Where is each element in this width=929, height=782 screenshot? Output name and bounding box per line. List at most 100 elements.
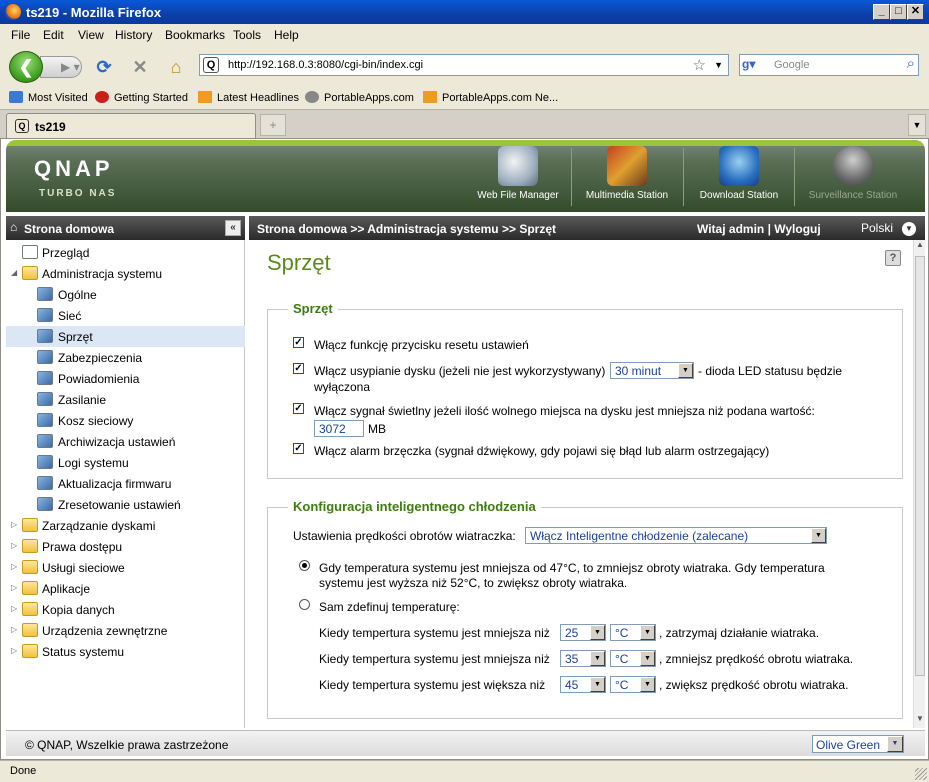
sidebar-item[interactable]: Ogólne bbox=[6, 284, 245, 305]
expand-arrow-icon[interactable]: ▷ bbox=[11, 646, 19, 655]
bookmark-portableapps[interactable]: PortableApps.com bbox=[305, 91, 414, 104]
back-button[interactable]: ❮ bbox=[9, 51, 43, 83]
web-file-manager-button[interactable]: Web File Manager bbox=[468, 146, 568, 208]
sidebar-item[interactable]: Powiadomienia bbox=[6, 368, 245, 389]
tab-list-dropdown-icon[interactable]: ▼ bbox=[908, 114, 926, 136]
sidebar-item[interactable]: Aktualizacja firmwaru bbox=[6, 473, 245, 494]
minimize-button[interactable]: _ bbox=[873, 4, 890, 20]
temperature-unit-select[interactable]: °C ▼ bbox=[610, 624, 656, 641]
bookmark-getting-started[interactable]: Getting Started bbox=[95, 91, 188, 104]
home-icon[interactable]: ⌂ bbox=[164, 56, 188, 78]
buzzer-alarm-checkbox[interactable]: ✓ bbox=[293, 443, 304, 454]
temperature-value-select[interactable]: 35 ▼ bbox=[560, 650, 606, 667]
scroll-thumb[interactable] bbox=[915, 256, 925, 676]
breadcrumb-bar: Strona domowa >> Administracja systemu >… bbox=[249, 216, 925, 240]
low-space-led-checkbox[interactable]: ✓ bbox=[293, 403, 304, 414]
turbo-nas-label: TURBO NAS bbox=[39, 188, 117, 199]
menu-file[interactable]: File bbox=[11, 28, 30, 42]
language-label[interactable]: Polski bbox=[861, 221, 893, 235]
temperature-unit-select[interactable]: °C ▼ bbox=[610, 676, 656, 693]
sidebar-item[interactable]: Zresetowanie ustawień bbox=[6, 494, 245, 515]
sidebar-item-label: Administracja systemu bbox=[42, 267, 163, 281]
menu-history[interactable]: History bbox=[115, 28, 152, 42]
sidebar-item[interactable]: Sieć bbox=[6, 305, 245, 326]
maximize-button[interactable]: □ bbox=[890, 4, 907, 20]
sidebar-item[interactable]: ▷ Zarządzanie dyskami bbox=[6, 515, 245, 536]
dropdown-arrow-icon: ▼ bbox=[590, 677, 605, 692]
collapse-arrow-icon[interactable]: ◢ bbox=[11, 268, 19, 277]
menu-tools[interactable]: Tools bbox=[233, 28, 261, 42]
sidebar-item-label: Aktualizacja firmwaru bbox=[58, 477, 172, 491]
input-value[interactable]: 3072 bbox=[319, 422, 346, 436]
multimedia-station-button[interactable]: Multimedia Station bbox=[576, 146, 678, 208]
sidebar-item[interactable]: ▷ Aplikacje bbox=[6, 578, 245, 599]
bookmark-most-visited[interactable]: Most Visited bbox=[9, 91, 88, 104]
menu-bookmarks[interactable]: Bookmarks bbox=[165, 28, 225, 42]
help-icon[interactable]: ? bbox=[885, 250, 901, 266]
bookmark-star-icon[interactable]: ☆ bbox=[693, 56, 706, 74]
fan-speed-select[interactable]: Włącz Inteligentne chłodzenie (zalecane)… bbox=[525, 527, 827, 544]
sidebar-item[interactable]: ▷ Usługi sieciowe bbox=[6, 557, 245, 578]
expand-arrow-icon[interactable]: ▷ bbox=[11, 583, 19, 592]
forward-button[interactable]: ▶ ▾ bbox=[40, 56, 82, 78]
disk-standby-select[interactable]: 30 minut ▼ bbox=[610, 362, 694, 379]
theme-select[interactable]: Olive Green ▼ bbox=[812, 735, 904, 753]
temperature-unit-select[interactable]: °C ▼ bbox=[610, 650, 656, 667]
menu-view[interactable]: View bbox=[78, 28, 104, 42]
web-file-manager-icon bbox=[498, 146, 538, 186]
expand-arrow-icon[interactable]: ▷ bbox=[11, 625, 19, 634]
menu-help[interactable]: Help bbox=[274, 28, 299, 42]
download-station-button[interactable]: Download Station bbox=[689, 146, 789, 208]
sidebar-item[interactable]: ▷ Kopia danych bbox=[6, 599, 245, 620]
smart-cooling-radio[interactable] bbox=[299, 560, 310, 571]
temperature-value-select[interactable]: 25 ▼ bbox=[560, 624, 606, 641]
temperature-value-select[interactable]: 45 ▼ bbox=[560, 676, 606, 693]
reload-icon[interactable]: ⟳ bbox=[92, 56, 116, 78]
expand-arrow-icon[interactable]: ▷ bbox=[11, 604, 19, 613]
vertical-scrollbar[interactable]: ▲ ▼ bbox=[913, 240, 925, 728]
breadcrumb[interactable]: Strona domowa >> Administracja systemu >… bbox=[257, 222, 556, 236]
sidebar-item[interactable]: Sprzęt bbox=[6, 326, 245, 347]
bookmark-latest-headlines[interactable]: Latest Headlines bbox=[198, 91, 299, 104]
sidebar-item[interactable]: ▷ Status systemu bbox=[6, 641, 245, 662]
sidebar-item[interactable]: Zabezpieczenia bbox=[6, 347, 245, 368]
stop-icon[interactable]: ✕ bbox=[128, 56, 152, 78]
expand-arrow-icon[interactable]: ▷ bbox=[11, 520, 19, 529]
sidebar-item[interactable]: Zasilanie bbox=[6, 389, 245, 410]
bookmark-portableapps-news[interactable]: PortableApps.com Ne... bbox=[423, 91, 558, 104]
expand-arrow-icon[interactable]: ▷ bbox=[11, 541, 19, 550]
sidebar-item[interactable]: ▷ Urządzenia zewnętrzne bbox=[6, 620, 245, 641]
tab-ts219[interactable]: Q ts219 bbox=[6, 113, 256, 138]
scroll-up-icon[interactable]: ▲ bbox=[914, 240, 926, 254]
url-dropdown-icon[interactable]: ▼ bbox=[714, 60, 723, 70]
select-value: Włącz Inteligentne chłodzenie (zalecane) bbox=[530, 529, 749, 543]
sidebar-item[interactable]: Logi systemu bbox=[6, 452, 245, 473]
custom-temperature-radio[interactable] bbox=[299, 599, 310, 610]
reset-button-checkbox[interactable]: ✓ bbox=[293, 337, 304, 348]
expand-arrow-icon[interactable]: ▷ bbox=[11, 562, 19, 571]
new-tab-button[interactable]: + bbox=[260, 114, 286, 136]
welcome-logout[interactable]: Witaj admin | Wyloguj bbox=[697, 222, 821, 236]
sidebar-item[interactable]: Przegląd bbox=[6, 242, 245, 263]
sidebar-item[interactable]: ▷ Prawa dostępu bbox=[6, 536, 245, 557]
close-button[interactable]: ✕ bbox=[907, 4, 924, 20]
select-value: 25 bbox=[565, 626, 579, 640]
google-search-engine-icon[interactable]: g▾ bbox=[742, 57, 764, 73]
language-dropdown-icon[interactable]: ▼ bbox=[902, 222, 916, 236]
surveillance-station-button[interactable]: Surveillance Station bbox=[800, 146, 906, 208]
collapse-sidebar-button[interactable]: « bbox=[225, 220, 241, 236]
select-value: 35 bbox=[565, 652, 579, 666]
menu-edit[interactable]: Edit bbox=[43, 28, 64, 42]
url-bar[interactable]: Q http://192.168.0.3:8080/cgi-bin/index.… bbox=[199, 54, 729, 76]
search-icon[interactable]: ⌕ bbox=[907, 55, 915, 72]
sidebar-item[interactable]: ◢ Administracja systemu bbox=[6, 263, 245, 284]
resize-grip[interactable] bbox=[915, 768, 927, 780]
search-placeholder[interactable]: Google bbox=[774, 59, 809, 71]
low-space-value-input[interactable]: 3072 bbox=[314, 420, 364, 437]
sidebar-item[interactable]: Kosz sieciowy bbox=[6, 410, 245, 431]
disk-standby-checkbox[interactable]: ✓ bbox=[293, 363, 304, 374]
url-text[interactable]: http://192.168.0.3:8080/cgi-bin/index.cg… bbox=[228, 59, 423, 71]
scroll-down-icon[interactable]: ▼ bbox=[914, 714, 926, 728]
sidebar-item[interactable]: Archiwizacja ustawień bbox=[6, 431, 245, 452]
search-bar[interactable]: g▾ Google ⌕ bbox=[739, 54, 919, 76]
